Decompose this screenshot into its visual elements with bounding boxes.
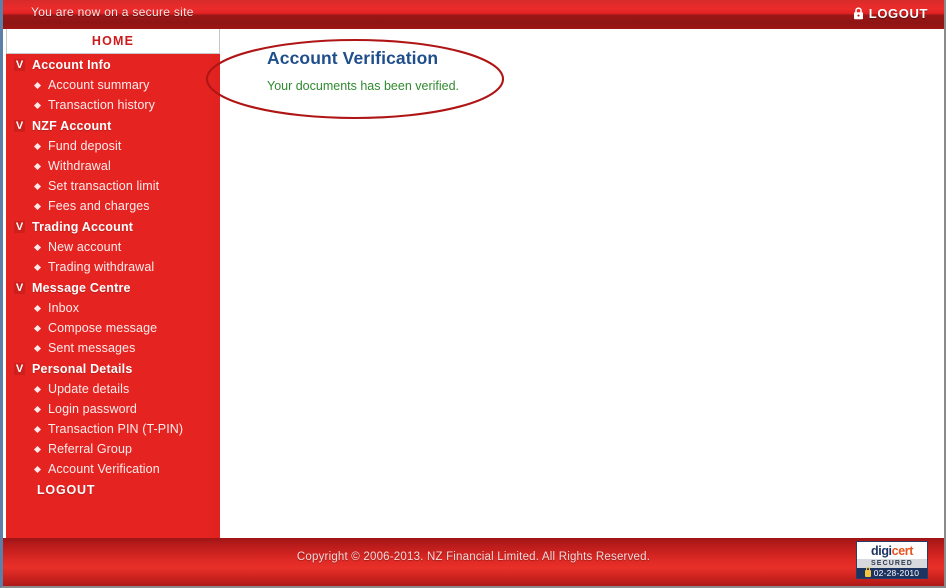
tab-home[interactable]: HOME: [6, 29, 220, 54]
diamond-bullet-icon: [33, 324, 42, 332]
main-content: Account Verification Your documents has …: [223, 29, 944, 538]
sidebar-group-personal-details[interactable]: V Personal Details: [6, 358, 220, 379]
logout-button-top[interactable]: LOGOUT: [847, 3, 934, 24]
sidebar-item-fees-and-charges[interactable]: Fees and charges: [6, 196, 220, 216]
sidebar-item-set-transaction-limit[interactable]: Set transaction limit: [6, 176, 220, 196]
chevron-down-icon: V: [14, 281, 25, 294]
diamond-bullet-icon: [33, 445, 42, 453]
browser-page: You are now on a secure site LOGOUT HOME…: [0, 0, 946, 588]
sidebar-item-label: Account summary: [48, 78, 150, 92]
diamond-bullet-icon: [33, 344, 42, 352]
sidebar-item-label: Fund deposit: [48, 139, 122, 153]
logout-label-top: LOGOUT: [868, 6, 928, 21]
diamond-bullet-icon: [33, 202, 42, 210]
digicert-logo: digi cert: [857, 543, 927, 559]
sidebar-item-label: Transaction history: [48, 98, 156, 112]
sidebar-item-logout[interactable]: LOGOUT: [6, 479, 220, 501]
sidebar-item-withdrawal[interactable]: Withdrawal: [6, 156, 220, 176]
diamond-bullet-icon: [33, 142, 42, 150]
page-title: Account Verification: [267, 48, 439, 68]
sidebar-group-label: Message Centre: [32, 280, 131, 295]
diamond-bullet-icon: [33, 101, 42, 109]
chevron-down-icon: V: [14, 119, 25, 132]
sidebar-group-label: Account Info: [32, 57, 111, 72]
padlock-icon: [853, 7, 864, 20]
sidebar-group-label: NZF Account: [32, 118, 112, 133]
sidebar-group-message-centre[interactable]: V Message Centre: [6, 277, 220, 298]
sidebar-item-label: Sent messages: [48, 341, 136, 355]
sidebar-item-label: Login password: [48, 402, 137, 416]
verification-status-message: Your documents has been verified.: [267, 79, 460, 93]
padlock-icon: [864, 567, 871, 577]
digicert-date: 02-28-2010: [873, 568, 920, 578]
page-footer: Copyright © 2006-2013. NZ Financial Limi…: [3, 538, 944, 586]
chevron-down-icon: V: [14, 362, 25, 375]
sidebar-item-account-verification[interactable]: Account Verification: [6, 459, 220, 479]
diamond-bullet-icon: [33, 385, 42, 393]
sidebar-item-label: Referral Group: [48, 442, 133, 456]
diamond-bullet-icon: [33, 81, 42, 89]
sidebar-item-label: Compose message: [48, 321, 158, 335]
sidebar-item-login-password[interactable]: Login password: [6, 399, 220, 419]
sidebar-item-label: Fees and charges: [48, 199, 150, 213]
sidebar-group-account-info[interactable]: V Account Info: [6, 54, 220, 75]
sidebar-item-compose-message[interactable]: Compose message: [6, 318, 220, 338]
sidebar-item-label: Account Verification: [48, 462, 160, 476]
sidebar-item-trading-withdrawal[interactable]: Trading withdrawal: [6, 257, 220, 277]
diamond-bullet-icon: [33, 162, 42, 170]
sidebar-item-new-account[interactable]: New account: [6, 237, 220, 257]
copyright-text: Copyright © 2006-2013. NZ Financial Limi…: [296, 551, 651, 563]
sidebar-group-label: Personal Details: [32, 361, 133, 376]
sidebar-logout-label: LOGOUT: [37, 483, 96, 497]
sidebar-item-label: Withdrawal: [48, 159, 111, 173]
sidebar-item-account-summary[interactable]: Account summary: [6, 75, 220, 95]
chevron-down-icon: V: [14, 58, 25, 71]
sidebar-group-trading-account[interactable]: V Trading Account: [6, 216, 220, 237]
digicert-brand-second: cert: [891, 544, 914, 558]
sidebar-item-referral-group[interactable]: Referral Group: [6, 439, 220, 459]
sidebar-item-label: Update details: [48, 382, 130, 396]
sidebar-item-sent-messages[interactable]: Sent messages: [6, 338, 220, 358]
diamond-bullet-icon: [33, 182, 42, 190]
tab-home-label: HOME: [91, 34, 135, 48]
diamond-bullet-icon: [33, 425, 42, 433]
sidebar-group-nzf-account[interactable]: V NZF Account: [6, 115, 220, 136]
diamond-bullet-icon: [33, 405, 42, 413]
sidebar-item-inbox[interactable]: Inbox: [6, 298, 220, 318]
sidebar-item-label: Inbox: [48, 301, 80, 315]
sidebar-item-transaction-history[interactable]: Transaction history: [6, 95, 220, 115]
diamond-bullet-icon: [33, 465, 42, 473]
sidebar-group-label: Trading Account: [32, 219, 134, 234]
sidebar-item-fund-deposit[interactable]: Fund deposit: [6, 136, 220, 156]
diamond-bullet-icon: [33, 263, 42, 271]
sidebar-item-transaction-pin-t-pin[interactable]: Transaction PIN (T-PIN): [6, 419, 220, 439]
chevron-down-icon: V: [14, 220, 25, 233]
sidebar-item-label: Transaction PIN (T-PIN): [48, 422, 184, 436]
sidebar-item-label: Set transaction limit: [48, 179, 160, 193]
digicert-date-bar: 02-28-2010: [857, 567, 927, 578]
sidebar-item-update-details[interactable]: Update details: [6, 379, 220, 399]
secure-site-notice: You are now on a secure site: [31, 5, 194, 19]
diamond-bullet-icon: [33, 243, 42, 251]
sidebar-item-label: Trading withdrawal: [48, 260, 155, 274]
digicert-seal-badge[interactable]: digi cert SECURED 02-28-2010: [856, 541, 928, 579]
digicert-brand-first: digi: [871, 544, 892, 558]
top-header-bar: You are now on a secure site LOGOUT: [3, 0, 944, 29]
diamond-bullet-icon: [33, 304, 42, 312]
sidebar-item-label: New account: [48, 240, 122, 254]
sidebar-navigation: V Account Info Account summary Transaction …: [6, 54, 220, 538]
